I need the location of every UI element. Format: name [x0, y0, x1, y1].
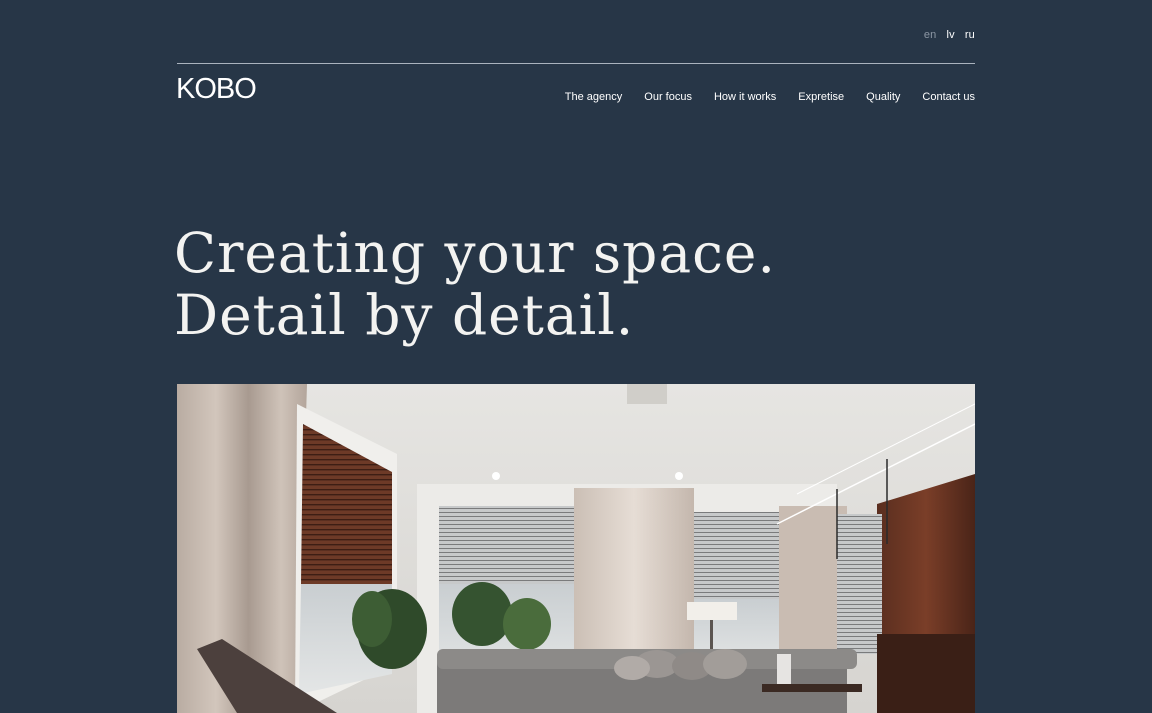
nav-item-quality[interactable]: Quality [866, 91, 900, 103]
living-room-illustration [177, 384, 975, 713]
hero-headline-line-2: Detail by detail. [174, 283, 635, 347]
lang-lv[interactable]: lv [946, 29, 954, 41]
hero-headline: Creating your space. Detail by detail. [174, 222, 776, 346]
language-switcher: en lv ru [924, 29, 975, 41]
nav-item-our-focus[interactable]: Our focus [644, 91, 692, 103]
nav-item-expertise[interactable]: Expretise [798, 91, 844, 103]
lang-ru[interactable]: ru [965, 29, 975, 41]
lang-en[interactable]: en [924, 29, 937, 41]
hero-image [177, 384, 975, 713]
nav-item-how-it-works[interactable]: How it works [714, 91, 776, 103]
nav-item-the-agency[interactable]: The agency [565, 91, 622, 103]
main-nav: The agency Our focus How it works Expret… [565, 91, 975, 103]
hero-headline-line-1: Creating your space. [174, 221, 776, 285]
nav-item-contact-us[interactable]: Contact us [922, 91, 975, 103]
site-logo[interactable]: KOBO [176, 74, 257, 104]
header-divider [177, 63, 975, 64]
